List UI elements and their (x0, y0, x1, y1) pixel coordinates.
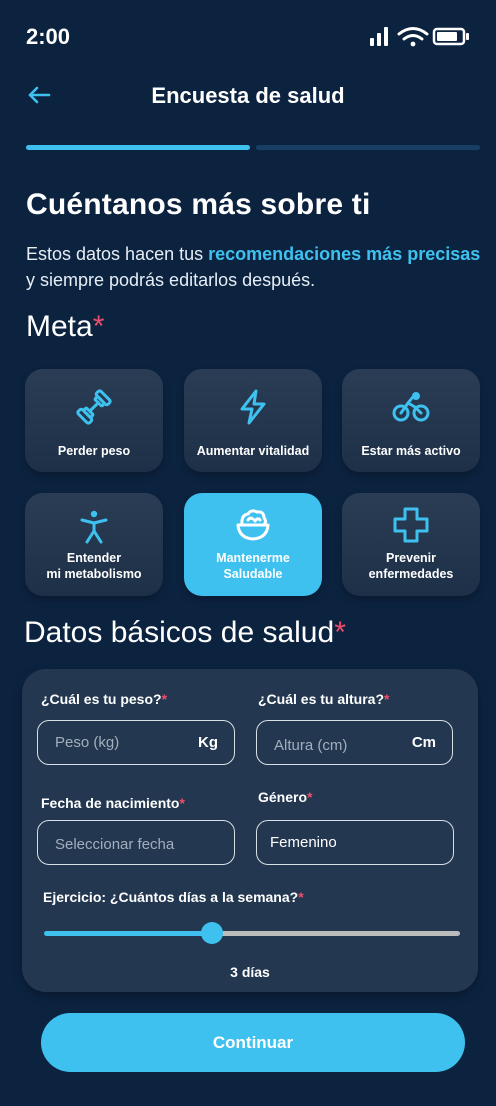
dumbbell-icon (74, 387, 114, 427)
lightning-icon (233, 387, 273, 427)
height-unit: Cm (411, 734, 436, 751)
goal-option-perder-peso[interactable]: Perder peso (25, 369, 163, 472)
gender-value: Femenino (270, 834, 337, 851)
page-title: Encuesta de salud (151, 83, 345, 108)
intro-highlight: recomendaciones más precisas (208, 244, 481, 264)
weight-label: ¿Cuál es tu peso?* (41, 691, 168, 707)
goal-option-mantenerme-saludable[interactable]: Mantenerme Saludable (184, 493, 322, 596)
birthdate-placeholder: Seleccionar fecha (55, 836, 175, 853)
medical-cross-icon (391, 505, 431, 545)
weight-placeholder: Peso (kg) (55, 734, 120, 751)
exercise-slider-thumb[interactable] (201, 922, 223, 944)
gender-select[interactable]: Femenino (256, 820, 454, 865)
goal-label: Prevenir enfermedades (368, 551, 454, 581)
battery-icon (432, 27, 469, 46)
intro-text: Estos datos hacen tus recomendaciones má… (26, 244, 481, 290)
goal-label: Entender mi metabolismo (46, 551, 142, 581)
height-placeholder: Altura (cm) (274, 737, 348, 754)
health-section-title: Datos básicos de salud* (24, 616, 346, 649)
goal-label: Estar más activo (361, 444, 461, 458)
height-input[interactable]: Altura (cm) Cm (256, 720, 453, 765)
wifi-icon (397, 27, 429, 47)
goal-option-entender-metabolismo[interactable]: Entender mi metabolismo (25, 493, 163, 596)
weight-input[interactable]: Peso (kg) Kg (37, 720, 235, 765)
exercise-value: 3 días (230, 964, 270, 980)
goal-option-aumentar-vitalidad[interactable]: Aumentar vitalidad (184, 369, 322, 472)
progress-bar-complete (26, 145, 250, 150)
goal-label: Perder peso (57, 444, 131, 458)
gender-label: Género* (258, 789, 313, 805)
goal-label: Aumentar vitalidad (196, 444, 310, 458)
birthdate-picker[interactable]: Seleccionar fecha (37, 820, 235, 865)
signal-icon (370, 27, 388, 46)
goal-section-title: Meta* (26, 310, 105, 343)
goal-option-prevenir-enfermedades[interactable]: Prevenir enfermedades (342, 493, 480, 596)
status-time: 2:00 (26, 24, 71, 49)
goal-option-estar-mas-activo[interactable]: Estar más activo (342, 369, 480, 472)
weight-unit: Kg (198, 734, 218, 751)
intro-heading: Cuéntanos más sobre ti (26, 188, 371, 221)
status-icons (366, 24, 476, 48)
goal-label: Mantenerme Saludable (216, 551, 290, 581)
height-label: ¿Cuál es tu altura?* (258, 691, 390, 707)
salad-bowl-icon (233, 505, 273, 545)
exercise-label: Ejercicio: ¿Cuántos días a la semana?* (43, 889, 304, 905)
exercise-slider-fill (44, 931, 212, 936)
birthdate-label: Fecha de nacimiento* (41, 795, 185, 811)
bicycle-icon (391, 387, 431, 427)
continue-button[interactable]: Continuar (41, 1013, 465, 1072)
exercise-slider-track[interactable] (212, 931, 460, 936)
progress-bar-remaining (256, 145, 480, 150)
accessibility-person-icon (74, 507, 114, 547)
